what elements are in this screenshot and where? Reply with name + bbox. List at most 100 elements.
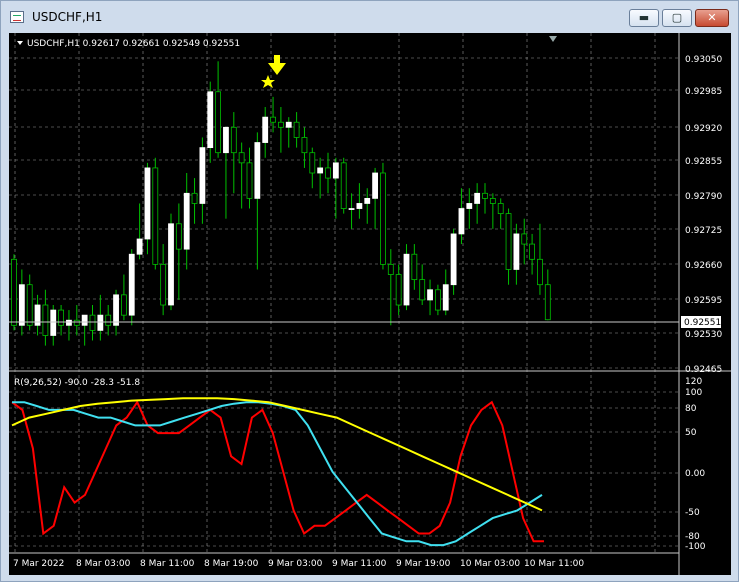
price-tick: 0.92595 bbox=[685, 296, 722, 306]
shift-marker-icon[interactable] bbox=[549, 36, 557, 42]
candle bbox=[26, 284, 33, 326]
indicator-line bbox=[11, 400, 544, 543]
price-tick: 0.92790 bbox=[685, 192, 722, 202]
candle bbox=[191, 192, 198, 204]
time-tick: 9 Mar 03:00 bbox=[268, 559, 323, 569]
star-icon bbox=[261, 75, 275, 88]
candle bbox=[81, 314, 88, 326]
indicator-axis: 120 100 80 50 0.00 -50 -80 -100 bbox=[685, 377, 706, 552]
minimize-button[interactable]: ▬ bbox=[629, 9, 659, 27]
candle bbox=[317, 167, 324, 174]
indicator-tick: 100 bbox=[685, 388, 702, 398]
maximize-button[interactable]: ▢ bbox=[662, 9, 692, 27]
candle bbox=[262, 116, 269, 143]
price-tick: 0.92465 bbox=[685, 365, 722, 375]
candle bbox=[160, 263, 167, 306]
candle bbox=[246, 162, 253, 199]
indicator-tick: 80 bbox=[685, 404, 697, 414]
candle bbox=[285, 121, 292, 128]
candle bbox=[434, 289, 441, 311]
candle bbox=[11, 258, 17, 326]
candle bbox=[489, 197, 496, 204]
candle bbox=[238, 152, 245, 164]
candle bbox=[380, 172, 386, 265]
candle bbox=[450, 233, 457, 286]
candle bbox=[544, 284, 551, 321]
candle bbox=[18, 284, 25, 326]
candle bbox=[466, 203, 473, 209]
candle bbox=[301, 137, 308, 154]
price-tick: 0.92660 bbox=[685, 261, 722, 271]
candle bbox=[58, 309, 64, 326]
chart-window: USDCHF,H1 ▬ ▢ ✕ USDCHF,H1 0.92617 0.9266… bbox=[0, 0, 739, 582]
candle bbox=[136, 238, 143, 255]
candle bbox=[458, 208, 465, 235]
time-tick: 9 Mar 11:00 bbox=[332, 559, 387, 569]
candle bbox=[105, 314, 112, 326]
time-tick: 8 Mar 03:00 bbox=[76, 559, 131, 569]
candle bbox=[152, 167, 159, 265]
candle bbox=[403, 253, 410, 306]
price-tick: 0.92985 bbox=[685, 87, 722, 97]
time-tick: 8 Mar 11:00 bbox=[140, 559, 195, 569]
candle bbox=[427, 289, 433, 301]
candle bbox=[340, 162, 347, 209]
candle bbox=[332, 162, 339, 179]
time-tick: 8 Mar 19:00 bbox=[204, 559, 259, 569]
candle bbox=[348, 208, 355, 210]
candle bbox=[254, 142, 261, 199]
chart-canvas[interactable]: USDCHF,H1 0.92617 0.92661 0.92549 0.9255… bbox=[9, 33, 731, 575]
candle bbox=[215, 91, 222, 154]
candle bbox=[50, 309, 57, 336]
indicator-tick: -80 bbox=[685, 532, 700, 542]
candles-group bbox=[11, 61, 551, 346]
candle bbox=[387, 263, 394, 275]
price-tick: 0.93050 bbox=[685, 55, 722, 65]
candle bbox=[293, 121, 300, 138]
indicator-tick: 0.00 bbox=[685, 469, 705, 479]
candle bbox=[199, 147, 206, 204]
chart-area[interactable]: USDCHF,H1 0.92617 0.92661 0.92549 0.9255… bbox=[9, 33, 731, 575]
candle bbox=[395, 274, 402, 306]
close-button[interactable]: ✕ bbox=[695, 9, 729, 27]
indicator-tick: -50 bbox=[685, 508, 700, 518]
candle bbox=[474, 192, 481, 204]
candle bbox=[325, 167, 331, 179]
time-axis: 7 Mar 2022 8 Mar 03:00 8 Mar 11:00 8 Mar… bbox=[13, 559, 584, 569]
candle bbox=[223, 126, 229, 154]
title-bar[interactable]: USDCHF,H1 ▬ ▢ ✕ bbox=[1, 1, 738, 33]
candle bbox=[497, 203, 504, 215]
candle bbox=[521, 233, 528, 245]
price-tick: 0.92855 bbox=[685, 157, 722, 167]
time-tick: 10 Mar 11:00 bbox=[524, 559, 584, 569]
candle bbox=[128, 253, 135, 316]
candle bbox=[482, 192, 488, 199]
candle bbox=[364, 197, 371, 204]
triangle-down-icon[interactable] bbox=[17, 41, 23, 45]
candle bbox=[442, 284, 449, 311]
candle bbox=[230, 126, 237, 154]
candle bbox=[505, 213, 512, 270]
candle bbox=[270, 116, 276, 123]
candle bbox=[175, 223, 182, 250]
candle bbox=[207, 91, 214, 149]
candle bbox=[89, 314, 96, 331]
chart-grid bbox=[9, 33, 679, 553]
indicator-lines bbox=[11, 397, 544, 547]
current-price-label: 0.92551 bbox=[684, 318, 721, 328]
candle bbox=[97, 314, 104, 331]
time-tick: 7 Mar 2022 bbox=[13, 559, 64, 569]
candle bbox=[121, 294, 127, 316]
chart-header: USDCHF,H1 0.92617 0.92661 0.92549 0.9255… bbox=[27, 39, 240, 49]
candle bbox=[277, 121, 284, 128]
indicator-tick: -100 bbox=[685, 542, 706, 552]
candle bbox=[537, 258, 543, 286]
candle bbox=[356, 203, 363, 209]
candle bbox=[168, 223, 174, 306]
candle bbox=[113, 294, 119, 326]
indicator-tick: 50 bbox=[685, 428, 697, 438]
window-title: USDCHF,H1 bbox=[32, 10, 103, 24]
candle bbox=[66, 319, 72, 326]
candle bbox=[183, 192, 190, 250]
price-tick: 0.92530 bbox=[685, 330, 722, 340]
